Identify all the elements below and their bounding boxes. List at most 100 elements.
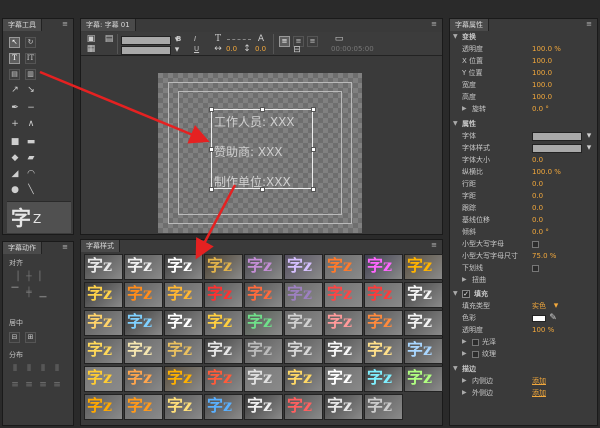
toolbar-leading-value[interactable]: 0.0 [255,44,266,54]
font-style-select-arrow-icon[interactable]: ▾ [583,143,595,153]
title-canvas[interactable]: 工作人员: XXX 赞助商: XXX 制作单位:XXX [158,73,362,233]
canvas-line-2[interactable]: 赞助商: XXX [214,145,283,159]
style-swatch[interactable]: 字z [164,366,203,392]
timecode[interactable]: 00:00:05:00 [331,44,374,54]
style-swatch[interactable]: 字z [124,394,163,420]
style-swatch[interactable]: 字z [124,366,163,392]
style-swatch[interactable]: 字z [244,394,283,420]
style-swatch[interactable]: 字z [284,394,323,420]
sheen-checkbox[interactable] [472,339,479,346]
style-swatch[interactable]: 字z [324,338,363,364]
style-swatch[interactable]: 字z [404,282,443,308]
style-swatch[interactable]: 字z [84,338,123,364]
y-position-value[interactable]: 100.0 [532,68,552,78]
convert-anchor-tool-icon[interactable]: ∧ [25,119,37,129]
font-size-value[interactable]: 0.0 [532,155,543,165]
tools-panel-menu-icon[interactable]: ≡ [60,20,70,28]
italic-button[interactable]: I [194,34,196,44]
inner-stroke-expand-icon[interactable]: ▶ [462,376,467,386]
rotation-value[interactable]: 0.0 ° [532,104,549,114]
style-swatch[interactable]: 字z [84,366,123,392]
style-swatch[interactable]: 字z [244,366,283,392]
style-swatch[interactable]: 字z [164,310,203,336]
styles-panel-menu-icon[interactable]: ≡ [429,241,439,249]
leading-value[interactable]: 0.0 [532,179,543,189]
center-vertical-icon[interactable]: ⊞ [25,332,36,343]
style-swatch[interactable]: 字z [244,338,283,364]
outer-stroke-add-link[interactable]: 添加 [532,388,546,398]
style-swatch[interactable]: 字z [244,254,283,280]
style-swatch[interactable]: 字z [324,310,363,336]
style-swatch[interactable]: 字z [164,282,203,308]
align-right-text-icon[interactable]: ≡ [307,36,318,47]
handle-tm[interactable] [260,107,265,112]
arc-tool-icon[interactable]: ◠ [25,169,37,179]
style-swatch[interactable]: 字z [164,338,203,364]
fill-expand-icon[interactable]: ▼ [453,289,458,299]
vertical-area-type-tool-icon[interactable]: ▥ [25,69,36,80]
pen-tool-icon[interactable]: ✒ [9,103,21,113]
handle-mr[interactable] [311,147,316,152]
style-swatch[interactable]: 字z [324,394,363,420]
small-caps-checkbox[interactable] [532,241,539,248]
center-horizontal-icon[interactable]: ⊟ [9,332,20,343]
toolbar-tracking-value[interactable]: 0.0 [226,44,237,54]
style-swatch[interactable]: 字z [204,366,243,392]
style-swatch[interactable]: 字z [364,338,403,364]
style-swatch[interactable]: 字z [84,282,123,308]
style-swatch[interactable]: 字z [284,254,323,280]
texture-checkbox[interactable] [472,351,479,358]
style-swatch[interactable]: 字z [124,310,163,336]
designer-panel-menu[interactable]: ≡ [429,20,439,28]
tab-stops-icon[interactable]: ⊟ [291,45,303,55]
rounded-rectangle-tool-icon[interactable]: ▬ [25,137,37,147]
style-swatch[interactable]: 字z [324,366,363,392]
type-tool-icon[interactable]: T [9,53,20,64]
aspect-value[interactable]: 100.0 % [532,167,561,177]
style-swatch[interactable]: 字z [404,254,443,280]
style-swatch[interactable]: 字z [404,338,443,364]
style-swatch[interactable]: 字z [244,310,283,336]
font-style-select[interactable] [532,144,582,153]
bold-button[interactable]: B [176,34,181,44]
handle-tr[interactable] [311,107,316,112]
area-type-tool-icon[interactable]: ▤ [9,69,20,80]
kerning-value[interactable]: 0.0 [532,191,543,201]
style-swatch[interactable]: 字z [404,310,443,336]
actions-panel-menu-icon[interactable]: ≡ [60,243,70,251]
title-tools-tab[interactable]: 字幕工具 [3,19,42,31]
style-swatch[interactable]: 字z [364,282,403,308]
style-swatch[interactable]: 字z [204,282,243,308]
stroke-expand-icon[interactable]: ▼ [453,364,458,374]
delete-anchor-tool-icon[interactable]: − [25,103,37,113]
style-swatch[interactable]: 字z [284,310,323,336]
style-swatch[interactable]: 字z [124,282,163,308]
ellipse-tool-icon[interactable]: ● [9,185,21,195]
templates-icon[interactable]: ▦ [85,44,97,54]
style-swatch[interactable]: 字z [364,394,403,420]
title-actions-tab[interactable]: 字幕动作 [3,242,42,254]
font-family-select[interactable] [532,132,582,141]
texture-expand-icon[interactable]: ▶ [462,349,467,359]
style-swatch[interactable]: 字z [244,282,283,308]
style-swatch[interactable]: 字z [84,254,123,280]
canvas-line-1[interactable]: 工作人员: XXX [214,115,295,129]
baseline-value[interactable]: 0.0 [532,215,543,225]
outer-stroke-expand-icon[interactable]: ▶ [462,388,467,398]
title-styles-tab[interactable]: 字幕样式 [81,240,120,252]
handle-tl[interactable] [209,107,214,112]
height-value[interactable]: 100.0 [532,92,552,102]
style-swatch[interactable]: 字z [324,254,363,280]
style-swatch[interactable]: 字z [84,394,123,420]
title-properties-tab[interactable]: 字幕属性 [450,19,489,31]
style-swatch[interactable]: 字z [124,338,163,364]
style-swatch[interactable]: 字z [124,254,163,280]
underline-checkbox[interactable] [532,265,539,272]
width-value[interactable]: 100.0 [532,80,552,90]
sheen-expand-icon[interactable]: ▶ [462,337,467,347]
wedge-tool-icon[interactable]: ◢ [9,169,21,179]
handle-br[interactable] [311,187,316,192]
fill-opacity-value[interactable]: 100 % [532,325,554,335]
font-style-dropdown-icon[interactable]: ▾ [171,45,183,55]
opacity-value[interactable]: 100.0 % [532,44,561,54]
